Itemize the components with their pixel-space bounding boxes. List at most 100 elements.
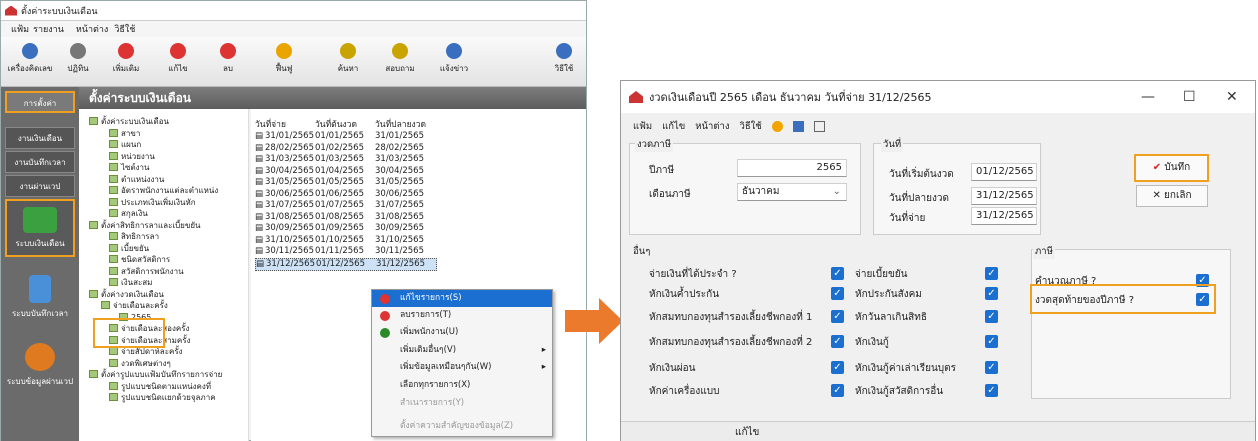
table-row[interactable]: ▤ 30/09/256501/09/2565 30/09/2565 [255,223,435,234]
table-row[interactable]: ▤ 31/01/256501/01/2565 31/01/2565 [255,131,435,142]
tree-node-label: ตั้งค่ารูปแบบแฟ้มบันทึกรายการจ่าย [101,370,223,379]
sidebar-web-work[interactable]: งานผ่านเวป [5,175,75,197]
tree-node[interactable]: จ่ายเดือนละครั้ง [101,300,168,311]
folder-icon [89,370,98,378]
context-menu-item[interactable]: ตั้งค่าความสำคัญของข้อมูล(Z) [372,418,552,435]
table-row[interactable]: ▤ 31/08/256501/08/2565 31/08/2565 [255,212,435,223]
checkbox[interactable]: ✓ [985,310,998,323]
menu-file[interactable]: แฟ้ม [633,119,652,134]
tree-node[interactable]: รูปแบบชนิดแยกด้วยจุลภาค [109,392,216,403]
start-date-input[interactable]: 01/12/2565 [971,163,1037,181]
sidebar-setup[interactable]: การตั้งค่า [5,91,75,113]
time-system-button[interactable]: ระบบบันทึกเวลา [5,269,75,327]
tree-node[interactable]: เบี้ยขยัน [109,243,149,254]
tree-node[interactable]: ไซต์งาน [109,162,150,173]
checkbox[interactable]: ✓ [985,287,998,300]
tree-node[interactable]: ตั้งค่าระบบเงินเดือน [89,116,169,127]
table-row[interactable]: ▤ 28/02/256501/02/2565 28/02/2565 [255,143,435,154]
checkbox[interactable]: ✓ [831,267,844,280]
tree-node[interactable]: เงินสะสม [109,277,152,288]
tree-node[interactable]: ประเภทเงินเพิ่มเงินหัก [109,197,196,208]
toolbar-button[interactable]: เพิ่มเติม [101,43,151,75]
menu-report[interactable]: รายงาน [33,22,64,36]
sidebar-salary-work[interactable]: งานเงินเดือน [5,127,75,149]
table-row[interactable]: ▤ 31/10/256501/10/2565 31/10/2565 [255,235,435,246]
menu-edit[interactable]: แก้ไข [662,119,685,134]
checkbox[interactable]: ✓ [985,267,998,280]
checkbox[interactable]: ✓ [985,335,998,348]
tree-node[interactable]: หน่วยงาน [109,151,155,162]
toolbar-button[interactable]: วิธีใช้ [539,43,589,75]
calendar-icon[interactable] [813,120,825,132]
table-row[interactable]: ▤ 31/07/256501/07/2565 31/07/2565 [255,200,435,211]
end-date-input[interactable]: 31/12/2565 [971,187,1037,205]
tree-node[interactable]: งวดพิเศษต่างๆ [109,358,171,369]
tree-node[interactable]: สาขา [109,128,140,139]
minimize-icon[interactable]: — [1141,89,1155,105]
context-menu-item[interactable]: เพิ่มเติมอื่นๆ(V) ▸ [372,342,552,359]
toolbar-button[interactable]: แจ้งข่าว [429,43,479,75]
web-system-button[interactable]: ระบบข้อมูลผ่านเวป [5,337,75,407]
context-menu-item[interactable]: แก้ไขรายการ(S) [372,290,552,307]
menu-window[interactable]: หน้าต่าง [695,119,729,134]
toolbar-button[interactable]: แก้ไข [153,43,203,75]
menu-help[interactable]: วิธีใช้ [114,22,135,36]
check-label: หักเงินค้ำประกัน [649,289,720,300]
checkbox-last-period[interactable]: ✓ [1196,293,1209,306]
toolbar-button[interactable]: ปฏิทิน [53,43,103,75]
tree-node[interactable]: ตั้งค่างวดเงินเดือน [89,289,164,300]
context-menu-item[interactable]: เลือกทุกรายการ(X) [372,377,552,394]
checkbox[interactable]: ✓ [831,335,844,348]
context-menu-label: ลบรายการ(T) [400,310,452,320]
grid-icon[interactable] [792,120,804,132]
menu-help[interactable]: วิธีใช้ [740,119,762,134]
table-row[interactable]: ▤ 30/04/256501/04/2565 30/04/2565 [255,166,435,177]
tree-node[interactable]: สกุลเงิน [109,208,148,219]
toolbar-button[interactable]: เครื่องคิดเลข [5,43,55,75]
cancel-button[interactable]: ✕ ยกเลิก [1136,185,1208,207]
tree-node[interactable]: ตั้งค่ารูปแบบแฟ้มบันทึกรายการจ่าย [89,369,222,380]
context-menu-item[interactable]: เพิ่มข้อมูลเหมือนๆกัน(W) ▸ [372,359,552,376]
save-button[interactable]: ✔ บันทึก [1134,154,1209,182]
menu-window[interactable]: หน้าต่าง [76,22,108,36]
checkbox[interactable]: ✓ [831,384,844,397]
toolbar-button[interactable]: ลบ [203,43,253,75]
maximize-icon[interactable]: ☐ [1183,89,1196,105]
pay-date-input[interactable]: 31/12/2565 [971,207,1037,225]
col-pay-date[interactable]: วันที่จ่าย [255,117,286,131]
col-start-date[interactable]: วันที่ต้นงวด [315,117,357,131]
table-row[interactable]: ▤ 31/12/256501/12/2565 31/12/2565 [255,257,437,271]
toolbar-button[interactable]: ค้นหา [323,43,373,75]
tree-node[interactable]: ตำแหน่งงาน [109,174,164,185]
table-row[interactable]: ▤ 31/03/256501/03/2565 31/03/2565 [255,154,435,165]
checkbox[interactable]: ✓ [831,310,844,323]
tree-node[interactable]: ชนิดสวัสดิการ [109,254,170,265]
table-row[interactable]: ▤ 30/11/256501/11/2565 30/11/2565 [255,246,435,257]
tree-node[interactable]: รูปแบบชนิดตามแหน่งคงที่ [109,381,211,392]
sidebar-time-work[interactable]: งานบันทึกเวลา [5,151,75,173]
close-icon[interactable]: ✕ [1226,89,1238,105]
refresh-icon[interactable] [771,120,783,132]
payroll-system-button[interactable]: ระบบเงินเดือน [5,199,75,257]
tax-month-select[interactable]: ธันวาคม ⌄ [737,183,847,201]
table-row[interactable]: ▤ 31/05/256501/05/2565 31/05/2565 [255,177,435,188]
tree-node[interactable]: อัตราพนักงานแต่ละตำแหน่ง [109,185,218,196]
col-end-date[interactable]: วันที่ปลายงวด [375,117,426,131]
checkbox[interactable]: ✓ [985,361,998,374]
toolbar-button[interactable]: สอบถาม [375,43,425,75]
tree-node[interactable]: สวัสดิการพนักงาน [109,266,184,277]
context-menu-item[interactable]: ลบรายการ(T) [372,307,552,324]
menu-file[interactable]: แฟ้ม [11,22,29,36]
checkbox[interactable]: ✓ [831,361,844,374]
toolbar-button[interactable]: ฟื้นฟู [259,43,309,75]
context-menu-item[interactable]: เพิ่มพนักงาน(U) [372,324,552,341]
table-row[interactable]: ▤ 30/06/256501/06/2565 30/06/2565 [255,189,435,200]
tree-node[interactable]: ตั้งค่าสิทธิการลาและเบี้ยขยัน [89,220,201,231]
checkbox[interactable]: ✓ [985,384,998,397]
tax-year-input[interactable]: 2565 [737,159,847,177]
section-header: ตั้งค่าระบบเงินเดือน [79,87,586,109]
tree-node[interactable]: แผนก [109,139,141,150]
checkbox[interactable]: ✓ [831,287,844,300]
context-menu-item[interactable]: สำเนารายการ(Y) [372,395,552,412]
tree-node[interactable]: สิทธิการลา [109,231,159,242]
